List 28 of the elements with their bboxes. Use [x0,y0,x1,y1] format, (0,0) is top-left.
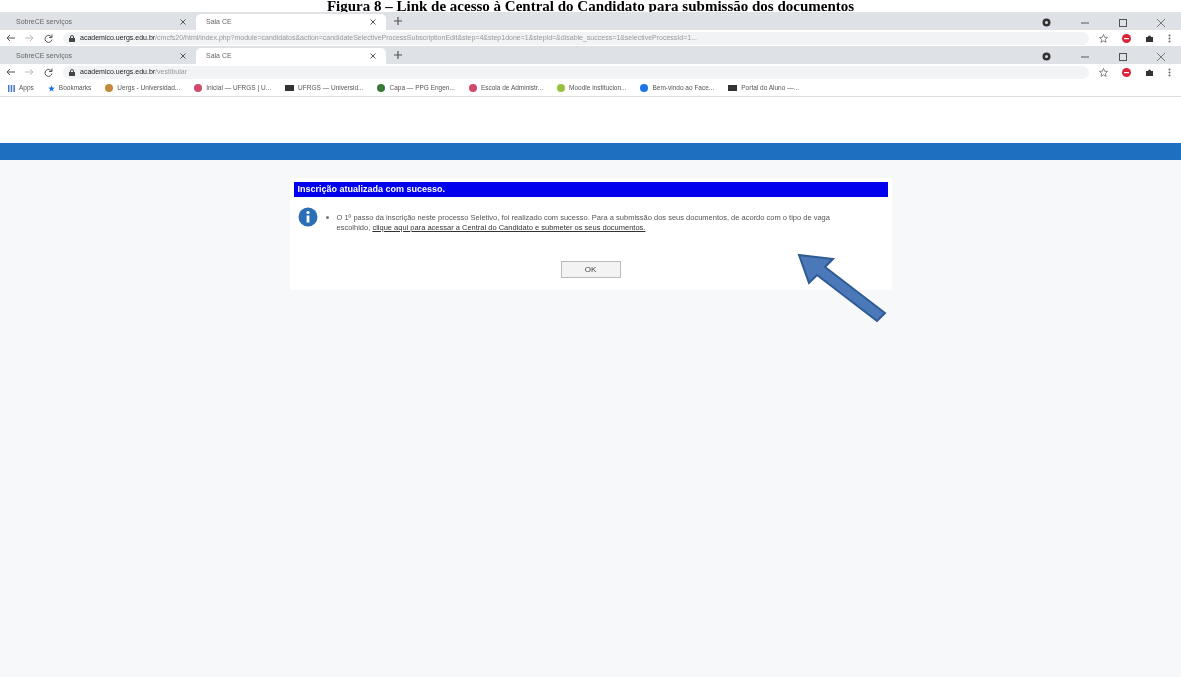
bullet-icon [325,216,329,219]
star-icon[interactable] [1099,33,1108,43]
star-icon[interactable] [1099,67,1108,77]
account-icon[interactable] [1042,18,1051,27]
account-icon[interactable] [1042,52,1051,61]
new-tab-icon[interactable] [394,51,402,59]
back-icon[interactable] [6,34,15,42]
maximize-icon[interactable] [1119,18,1127,27]
reload-icon[interactable] [44,33,53,43]
ok-button[interactable]: OK [560,261,621,278]
dialog-title: Inscrição atualizada com sucesso. [293,182,888,197]
maximize-icon[interactable] [1119,52,1127,61]
menu-icon[interactable] [1168,67,1171,77]
close-icon[interactable] [370,53,376,59]
back-icon[interactable] [6,68,15,76]
lock-icon [69,34,75,42]
close-icon[interactable] [370,19,376,25]
new-tab-icon[interactable] [394,17,402,25]
close-icon[interactable] [1157,52,1165,61]
close-icon[interactable] [180,19,186,25]
apps-grid-icon [8,84,15,92]
info-icon [297,207,318,227]
close-icon[interactable] [180,53,186,59]
figure-caption: Figura 8 – Link de acesso à Central do Candidato para submissão dos documentos [325,0,856,12]
reload-icon[interactable] [44,67,53,77]
menu-icon[interactable] [1168,33,1171,43]
lock-icon [69,68,75,76]
close-icon[interactable] [1157,18,1165,27]
